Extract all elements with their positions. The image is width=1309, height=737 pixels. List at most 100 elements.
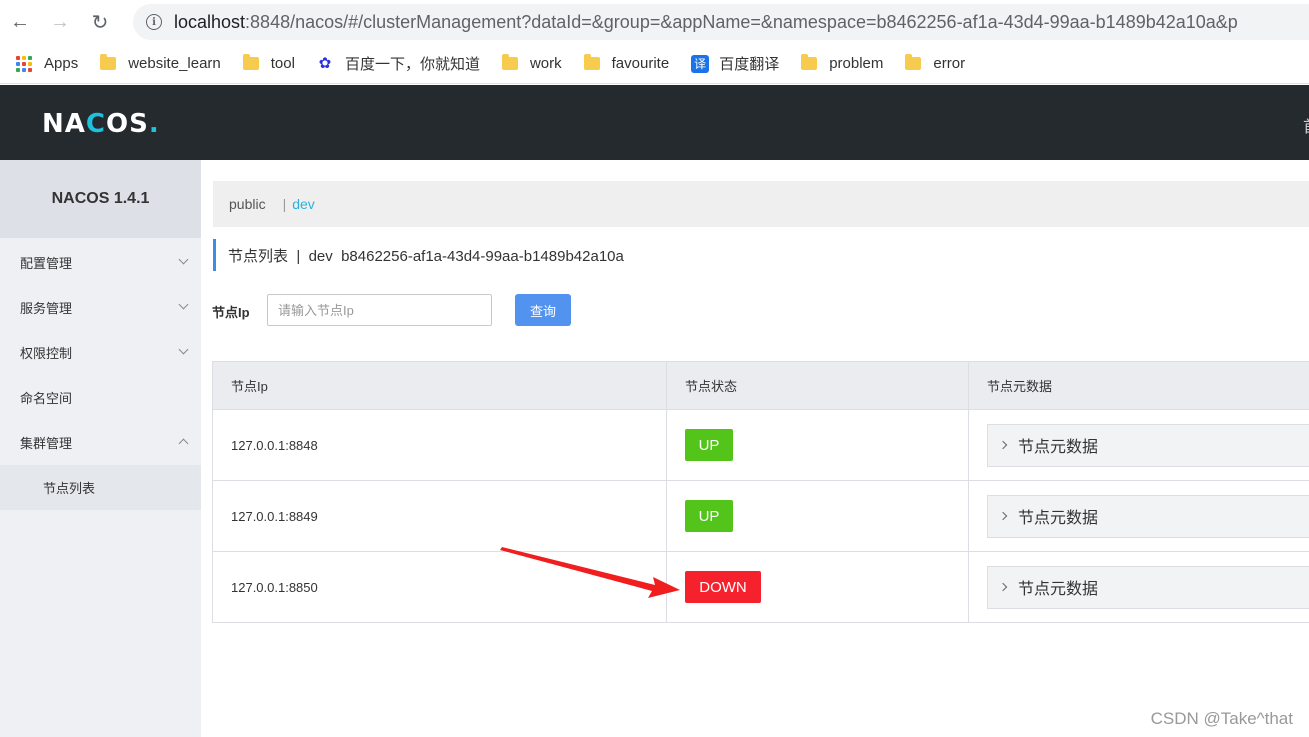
bookmark-label: 百度翻译 bbox=[719, 56, 780, 73]
sidebar-title: NACOS 1.4.1 bbox=[0, 160, 201, 238]
watermark-text: CSDN @Take^that bbox=[1150, 709, 1293, 728]
namespace-bar: public | dev bbox=[213, 181, 1309, 227]
chevron-down-icon bbox=[178, 344, 189, 355]
chevron-down-icon bbox=[178, 299, 189, 310]
sidebar-item-auth[interactable]: 权限控制 bbox=[0, 330, 201, 375]
bookmarks-bar: Apps website_learn tool ✿ 百度一下，你就知道 work… bbox=[0, 44, 1309, 84]
reload-icon[interactable]: ↻ bbox=[80, 0, 120, 44]
node-ip-input[interactable] bbox=[267, 294, 492, 326]
sidebar-item-label: 权限控制 bbox=[20, 346, 73, 361]
metadata-expander[interactable]: 节点元数据 bbox=[987, 423, 1309, 467]
node-ip-cell: 127.0.0.1:8849 bbox=[212, 480, 667, 552]
table-row: 127.0.0.1:8850 DOWN 节点元数据 bbox=[212, 551, 1309, 623]
node-metadata-cell: 节点元数据 bbox=[968, 480, 1309, 552]
baidu-translate-icon: 译 bbox=[691, 54, 710, 73]
bookmark-label: Apps bbox=[44, 55, 79, 72]
nacos-logo[interactable]: NACOS. bbox=[42, 109, 160, 139]
metadata-label: 节点元数据 bbox=[1018, 510, 1099, 527]
table-row: 127.0.0.1:8849 UP 节点元数据 bbox=[212, 480, 1309, 552]
sidebar: NACOS 1.4.1 配置管理 服务管理 权限控制 命名空间 集群管理 节点列… bbox=[0, 160, 201, 737]
bookmark-label: work bbox=[529, 55, 562, 72]
node-ip-cell: 127.0.0.1:8850 bbox=[212, 551, 667, 623]
folder-icon bbox=[583, 54, 600, 70]
bookmark-baidu[interactable]: ✿ 百度一下，你就知道 bbox=[317, 53, 480, 74]
baidu-paw-icon: ✿ bbox=[318, 54, 332, 72]
bookmark-label: error bbox=[933, 55, 966, 72]
bookmark-problem[interactable]: problem bbox=[801, 54, 884, 72]
sidebar-item-label: 配置管理 bbox=[20, 256, 73, 271]
table-header-row: 节点Ip 节点状态 节点元数据 bbox=[212, 361, 1309, 410]
node-ip-label: 节点Ip bbox=[212, 305, 250, 320]
metadata-label: 节点元数据 bbox=[1018, 581, 1099, 598]
status-badge: DOWN bbox=[685, 571, 761, 603]
bookmark-website-learn[interactable]: website_learn bbox=[100, 54, 221, 72]
bookmark-label: problem bbox=[829, 55, 884, 72]
address-bar[interactable]: i localhost:8848/nacos/#/clusterManageme… bbox=[133, 4, 1309, 40]
app-header: NACOS. 首 bbox=[0, 85, 1309, 160]
column-header-state: 节点状态 bbox=[666, 361, 969, 410]
folder-icon bbox=[801, 54, 818, 70]
sidebar-item-cluster[interactable]: 集群管理 bbox=[0, 420, 201, 465]
status-badge: UP bbox=[685, 500, 733, 532]
main-content: public | dev 节点列表 | dev b8462256-af1a-43… bbox=[201, 160, 1309, 737]
chevron-right-icon bbox=[998, 511, 1008, 521]
folder-icon bbox=[100, 54, 117, 70]
bookmark-work[interactable]: work bbox=[501, 54, 562, 72]
logo-text-post: OS bbox=[105, 109, 149, 139]
folder-icon bbox=[501, 54, 518, 70]
chevron-up-icon bbox=[178, 438, 189, 449]
search-button[interactable]: 查询 bbox=[515, 294, 571, 326]
node-metadata-cell: 节点元数据 bbox=[968, 409, 1309, 481]
sidebar-item-namespace[interactable]: 命名空间 bbox=[0, 375, 201, 420]
node-state-cell: DOWN bbox=[666, 551, 969, 623]
node-metadata-cell: 节点元数据 bbox=[968, 551, 1309, 623]
node-state-cell: UP bbox=[666, 409, 969, 481]
node-state-cell: UP bbox=[666, 480, 969, 552]
info-icon[interactable]: i bbox=[146, 14, 162, 30]
bookmark-apps[interactable]: Apps bbox=[16, 55, 78, 72]
url-host: localhost bbox=[174, 11, 246, 32]
column-header-metadata: 节点元数据 bbox=[968, 361, 1309, 410]
column-header-ip: 节点Ip bbox=[212, 361, 667, 410]
table-row: 127.0.0.1:8848 UP 节点元数据 bbox=[212, 409, 1309, 481]
metadata-expander[interactable]: 节点元数据 bbox=[987, 494, 1309, 538]
bookmark-label: website_learn bbox=[128, 55, 221, 72]
apps-grid-icon bbox=[16, 55, 32, 72]
namespace-separator: | bbox=[282, 196, 287, 212]
namespace-dev-link[interactable]: dev bbox=[292, 196, 315, 212]
bookmark-error[interactable]: error bbox=[905, 54, 966, 72]
url-path: :8848/nacos/#/clusterManagement?dataId=&… bbox=[245, 11, 1238, 32]
bookmark-tool[interactable]: tool bbox=[242, 54, 295, 72]
sidebar-item-label: 命名空间 bbox=[20, 391, 73, 406]
forward-arrow-icon[interactable]: → bbox=[40, 0, 80, 44]
url-text[interactable]: localhost:8848/nacos/#/clusterManagement… bbox=[174, 12, 1238, 33]
back-arrow-icon[interactable]: ← bbox=[0, 0, 40, 44]
metadata-expander[interactable]: 节点元数据 bbox=[987, 565, 1309, 609]
namespace-public-link[interactable]: public bbox=[229, 196, 266, 212]
chevron-right-icon bbox=[998, 440, 1008, 450]
sidebar-item-label: 集群管理 bbox=[20, 436, 73, 451]
chevron-right-icon bbox=[998, 582, 1008, 592]
folder-icon bbox=[905, 54, 922, 70]
node-ip-cell: 127.0.0.1:8848 bbox=[212, 409, 667, 481]
logo-text-accent: C bbox=[85, 109, 106, 139]
status-badge: UP bbox=[685, 429, 733, 461]
metadata-label: 节点元数据 bbox=[1018, 439, 1099, 456]
browser-toolbar: ← → ↻ i localhost:8848/nacos/#/clusterMa… bbox=[0, 0, 1309, 44]
bookmark-label: 百度一下，你就知道 bbox=[344, 56, 480, 73]
bookmark-label: favourite bbox=[611, 55, 670, 72]
page-title: 节点列表 | dev b8462256-af1a-43d4-99aa-b1489… bbox=[213, 239, 624, 271]
sidebar-item-config[interactable]: 配置管理 bbox=[0, 240, 201, 285]
chevron-down-icon bbox=[178, 254, 189, 265]
page-title-text: 节点列表 | dev b8462256-af1a-43d4-99aa-b1489… bbox=[228, 247, 624, 265]
sidebar-subitem-node-list[interactable]: 节点列表 bbox=[0, 465, 201, 510]
logo-dot: . bbox=[148, 109, 160, 139]
bookmark-baidu-translate[interactable]: 译 百度翻译 bbox=[691, 53, 779, 74]
logo-text-pre: NA bbox=[42, 109, 86, 139]
sidebar-item-service[interactable]: 服务管理 bbox=[0, 285, 201, 330]
header-nav-link[interactable]: 首 bbox=[1303, 113, 1309, 137]
bookmark-label: tool bbox=[270, 55, 295, 72]
bookmark-favourite[interactable]: favourite bbox=[583, 54, 670, 72]
folder-icon bbox=[242, 54, 259, 70]
sidebar-item-label: 服务管理 bbox=[20, 301, 73, 316]
